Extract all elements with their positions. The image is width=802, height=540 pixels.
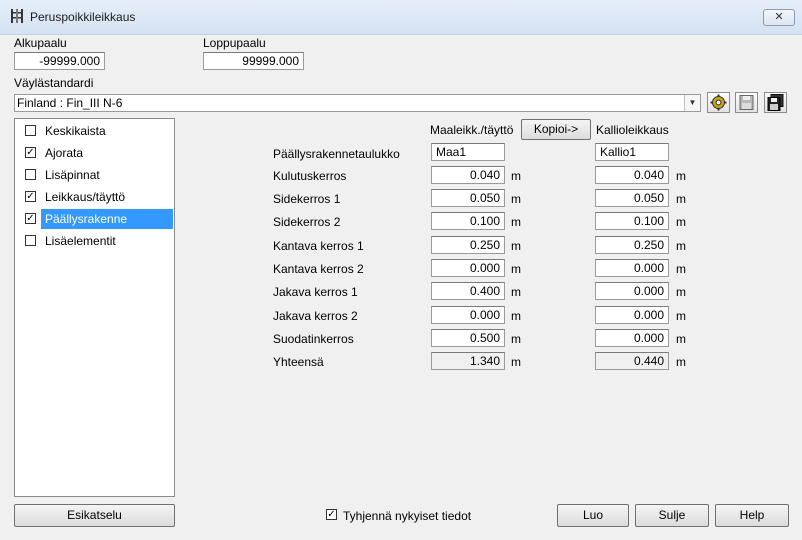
unit-label: m <box>676 309 686 323</box>
col1-value-input[interactable]: 0.040 <box>431 166 505 184</box>
unit-label: m <box>511 355 521 369</box>
row-label: Jakava kerros 1 <box>273 285 358 299</box>
list-item-label: Päällysrakenne <box>41 209 173 229</box>
standard-label: Väylästandardi <box>14 76 94 90</box>
list-item-leikkaus-taytto[interactable]: ✓ Leikkaus/täyttö <box>23 187 173 207</box>
col1-table-input[interactable]: Maa1 <box>431 143 505 161</box>
list-item-label: Keskikaista <box>45 124 106 138</box>
row-label: Kantava kerros 1 <box>273 239 364 253</box>
row-label: Jakava kerros 2 <box>273 309 358 323</box>
col2-value-input[interactable]: 0.000 <box>595 329 669 347</box>
unit-label: m <box>511 215 521 229</box>
col2-value-input[interactable]: 0.040 <box>595 166 669 184</box>
unit-label: m <box>511 262 521 276</box>
close-window-button[interactable]: ✕ <box>763 9 795 26</box>
save-as-icon <box>767 94 784 111</box>
list-item-label: Lisäelementit <box>45 234 116 248</box>
unit-label: m <box>676 262 686 276</box>
col2-value-input[interactable]: 0.000 <box>595 282 669 300</box>
unit-label: m <box>676 285 686 299</box>
alkupaalu-input[interactable]: -99999.000 <box>14 52 105 70</box>
unit-label: m <box>511 285 521 299</box>
col1-value-input[interactable]: 0.250 <box>431 236 505 254</box>
col1-header: Maaleikk./täyttö <box>430 123 514 137</box>
col1-value-input[interactable]: 0.400 <box>431 282 505 300</box>
road-section-icon <box>11 9 23 23</box>
preview-button[interactable]: Esikatselu <box>14 504 175 527</box>
window-title: Peruspoikkileikkaus <box>30 10 136 24</box>
checkbox-checked[interactable]: ✓ <box>25 147 36 158</box>
loppupaalu-input[interactable]: 99999.000 <box>203 52 304 70</box>
col1-value-input[interactable]: 0.000 <box>431 306 505 324</box>
col1-value-input[interactable]: 0.050 <box>431 189 505 207</box>
alkupaalu-label: Alkupaalu <box>14 36 67 50</box>
settings-button[interactable] <box>707 92 730 113</box>
create-button[interactable]: Luo <box>557 504 629 527</box>
unit-label: m <box>676 239 686 253</box>
unit-label: m <box>676 215 686 229</box>
unit-label: m <box>676 192 686 206</box>
checkbox[interactable] <box>25 235 36 246</box>
list-item-label: Lisäpinnat <box>45 168 100 182</box>
save-button[interactable] <box>735 92 758 113</box>
row-label: Sidekerros 2 <box>273 215 341 229</box>
standard-select[interactable]: Finland : Fin_III N-6 ▼ <box>14 94 701 112</box>
col1-total-value: 1.340 <box>431 352 505 370</box>
standard-selected-value: Finland : Fin_III N-6 <box>17 96 123 110</box>
checkbox-checked[interactable]: ✓ <box>25 191 36 202</box>
list-item-keskikaista[interactable]: Keskikaista <box>23 121 173 141</box>
list-item-lisapinnat[interactable]: Lisäpinnat <box>23 165 173 185</box>
clear-data-label: Tyhjennä nykyiset tiedot <box>343 509 472 523</box>
close-button[interactable]: Sulje <box>635 504 709 527</box>
unit-label: m <box>511 192 521 206</box>
unit-label: m <box>511 169 521 183</box>
help-button[interactable]: Help <box>715 504 789 527</box>
list-item-paallysrakenne[interactable]: ✓ Päällysrakenne <box>23 209 173 229</box>
col1-value-input[interactable]: 0.100 <box>431 212 505 230</box>
row-label: Kulutuskerros <box>273 169 347 183</box>
col2-value-input[interactable]: 0.000 <box>595 259 669 277</box>
col1-value-input[interactable]: 0.500 <box>431 329 505 347</box>
col2-value-input[interactable]: 0.250 <box>595 236 669 254</box>
col1-value-input[interactable]: 0.000 <box>431 259 505 277</box>
col2-table-input[interactable]: Kallio1 <box>595 143 669 161</box>
unit-label: m <box>676 332 686 346</box>
list-item-label: Leikkaus/täyttö <box>45 190 126 204</box>
row-label: Kantava kerros 2 <box>273 262 364 276</box>
save-as-button[interactable] <box>764 92 787 113</box>
gear-icon <box>710 94 727 111</box>
unit-label: m <box>511 332 521 346</box>
category-list[interactable]: Keskikaista ✓ Ajorata Lisäpinnat ✓ Leikk… <box>14 118 175 497</box>
chevron-down-icon[interactable]: ▼ <box>684 95 700 111</box>
row-label: Suodatinkerros <box>273 332 354 346</box>
col2-value-input[interactable]: 0.100 <box>595 212 669 230</box>
save-icon <box>739 95 754 110</box>
loppupaalu-label: Loppupaalu <box>203 36 266 50</box>
col2-total-value: 0.440 <box>595 352 669 370</box>
unit-label: m <box>676 355 686 369</box>
total-label: Yhteensä <box>273 355 324 369</box>
title-bar: Peruspoikkileikkaus ✕ <box>0 0 802 35</box>
col2-value-input[interactable]: 0.000 <box>595 306 669 324</box>
copy-button[interactable]: Kopioi-> <box>521 119 591 140</box>
list-item-label: Ajorata <box>45 146 84 160</box>
clear-data-checkbox[interactable]: ✓ <box>326 509 337 520</box>
unit-label: m <box>676 169 686 183</box>
col2-header: Kallioleikkaus <box>596 123 669 137</box>
unit-label: m <box>511 309 521 323</box>
list-item-lisaelementit[interactable]: Lisäelementit <box>23 231 173 251</box>
table-label: Päällysrakennetaulukko <box>273 147 400 161</box>
checkbox[interactable] <box>25 169 36 180</box>
unit-label: m <box>511 239 521 253</box>
row-label: Sidekerros 1 <box>273 192 341 206</box>
list-item-ajorata[interactable]: ✓ Ajorata <box>23 143 173 163</box>
col2-value-input[interactable]: 0.050 <box>595 189 669 207</box>
checkbox-checked[interactable]: ✓ <box>25 213 36 224</box>
checkbox[interactable] <box>25 125 36 136</box>
